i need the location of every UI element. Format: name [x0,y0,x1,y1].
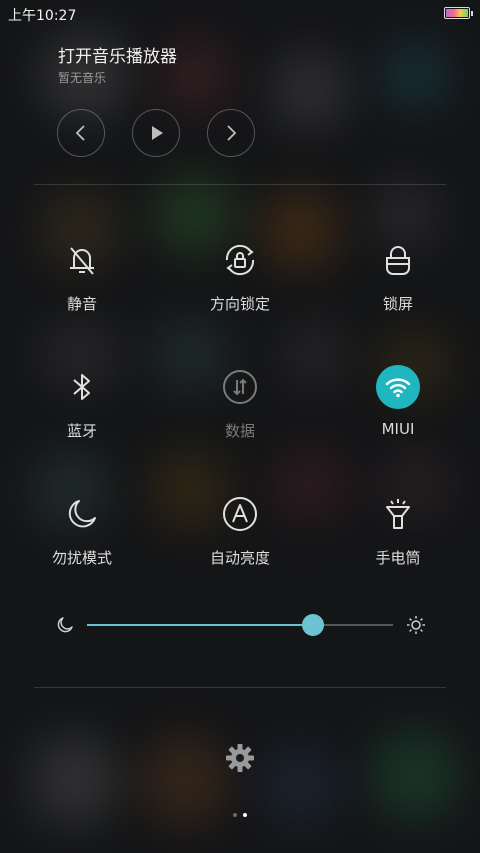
bluetooth-icon [60,365,104,409]
gear-icon [226,744,254,772]
music-title[interactable]: 打开音乐播放器 [58,42,177,67]
toggle-label: 锁屏 [382,295,413,313]
lock-icon [376,238,420,282]
toggle-label: 勿扰模式 [51,549,112,567]
wallpaper-blur [370,730,460,820]
status-bar: 上午10:27 [0,0,480,28]
settings-button[interactable] [222,740,258,776]
toggle-do-not-disturb[interactable]: 勿扰模式 [22,492,142,572]
sun-icon [407,616,425,634]
toggle-bluetooth[interactable]: 蓝牙 [22,365,142,445]
toggle-mobile-data[interactable]: 数据 [180,365,300,445]
page-indicator [0,813,480,817]
toggle-auto-brightness[interactable]: 自动亮度 [180,492,300,572]
wallpaper-blur [30,735,120,825]
next-icon [227,125,237,141]
toggle-label: MIUI [381,420,415,438]
mobile-data-icon [218,365,262,409]
next-button[interactable] [207,109,255,157]
wifi-icon [376,365,420,409]
toggle-label: 静音 [66,295,97,313]
toggle-rotation-lock[interactable]: 方向锁定 [180,238,300,318]
toggle-silent[interactable]: 静音 [22,238,142,318]
previous-icon [75,125,85,141]
toggle-wifi[interactable]: MIUI [338,365,458,445]
toggle-label: 手电筒 [375,549,421,567]
battery-icon [444,7,473,19]
toggle-label: 蓝牙 [66,422,97,440]
toggle-label: 数据 [224,422,255,440]
wallpaper-blur [140,735,230,825]
auto-brightness-icon [218,492,262,536]
slider-fill [87,624,314,626]
rotation-lock-icon [218,238,262,282]
slider-track[interactable] [87,614,393,636]
play-icon [152,126,163,140]
wallpaper-blur [380,40,450,110]
music-subtitle: 暂无音乐 [58,71,107,85]
flashlight-icon [376,492,420,536]
wallpaper-blur [270,50,350,130]
brightness-slider[interactable] [56,612,426,638]
toggle-lock-screen[interactable]: 锁屏 [338,238,458,318]
slider-thumb[interactable] [302,614,325,636]
page-dot-current [243,813,247,817]
divider [34,184,446,185]
bell-off-icon [60,238,104,282]
toggle-label: 自动亮度 [209,549,270,567]
moon-icon [60,492,104,536]
moon-small-icon [57,617,73,633]
page-dot [233,813,237,817]
status-time: 上午10:27 [8,8,77,24]
notification-shade: 上午10:27 打开音乐播放器 暂无音乐 静音 方向锁定 锁屏 蓝牙 数据 MI… [0,0,480,853]
toggle-flashlight[interactable]: 手电筒 [338,492,458,572]
divider [34,687,446,688]
toggle-label: 方向锁定 [209,295,270,313]
play-button[interactable] [132,109,180,157]
previous-button[interactable] [57,109,105,157]
